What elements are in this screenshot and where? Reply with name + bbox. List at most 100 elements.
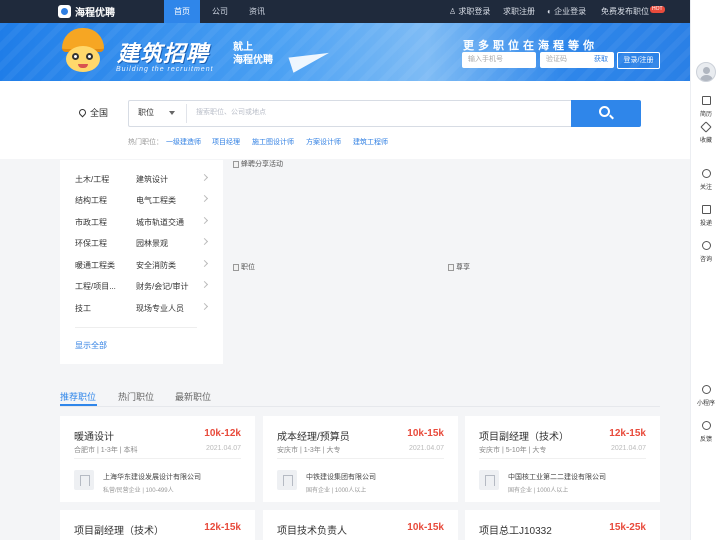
site-logo[interactable]: 海程优聘 (58, 4, 115, 19)
search-divider (186, 104, 187, 123)
company-meta: 私营/民营企业 | 100-499人 (103, 488, 174, 494)
job-card[interactable]: 暖通设计 10k-12k 合肥市 | 1-3年 | 本科 2021.04.07 … (60, 416, 255, 502)
category-item[interactable]: 土木/工程 (75, 174, 109, 185)
job-card[interactable]: 项目副经理（技术） 12k-15k 安庆市 | 5-10年 | 大专 2021.… (465, 416, 660, 502)
hot-link-4[interactable]: 方案设计师 (306, 137, 341, 147)
hot-jobs-label: 热门职位： (128, 139, 163, 146)
hot-link-5[interactable]: 建筑工程师 (353, 137, 388, 147)
job-salary: 10k-12k (204, 428, 241, 439)
category-item[interactable]: 暖通工程类 (75, 260, 115, 271)
sidebar-item-consult[interactable]: 咨询 (691, 241, 720, 263)
hot-link-2[interactable]: 项目经理 (212, 137, 240, 147)
category-item[interactable]: 环保工程 (75, 238, 107, 249)
logo-icon (58, 5, 71, 18)
sidebar-label: 咨询 (699, 257, 712, 263)
search-button[interactable] (571, 100, 641, 127)
company-login-label: 企业登录 (554, 7, 587, 16)
job-date: 2021.04.07 (205, 445, 241, 452)
search-type-dropdown[interactable]: 职位 (138, 107, 154, 118)
tab-latest[interactable]: 最新职位 (175, 390, 211, 403)
resume-icon (701, 96, 711, 105)
nav-link-company[interactable]: 公司 (203, 0, 237, 23)
sidebar-item-applied[interactable]: 投递 (691, 205, 720, 227)
search-icon-handle (609, 114, 614, 120)
send-icon (701, 205, 711, 214)
company-name: 上海华东建设发展设计有限公司 (103, 474, 201, 481)
logo-text: 海程优聘 (75, 8, 115, 19)
show-all-categories-link[interactable]: 显示全部 (75, 340, 107, 351)
sidebar-item-resume[interactable]: 简历 (691, 96, 720, 118)
hot-badge: HOT (650, 6, 665, 13)
promo-vip-image[interactable]: 尊享 (448, 262, 470, 272)
category-divider (75, 327, 197, 328)
mascot-illustration (60, 26, 106, 78)
category-item[interactable]: 建筑设计 (136, 174, 168, 185)
promo-jobs-image[interactable]: 职位 (233, 262, 255, 272)
phone-input[interactable]: 输入手机号 (462, 52, 536, 68)
company-meta: 国有企业 | 1000人以上 (508, 488, 569, 494)
card-divider (74, 458, 241, 459)
banner-slogan: 更多职位在海程等你 (463, 40, 598, 52)
company-login-link[interactable]: ◐ 企业登录 (547, 0, 586, 23)
login-register-button[interactable]: 登录/注册 (617, 52, 660, 69)
sidebar-label: 反馈 (699, 437, 712, 443)
promo-jobs-alt: 职位 (241, 264, 255, 271)
sidebar-item-follow[interactable]: 关注 (691, 169, 720, 191)
broken-image-icon (233, 160, 239, 168)
post-job-link[interactable]: 免费发布职位 HOT (601, 0, 665, 23)
card-divider (277, 458, 444, 459)
card-divider (479, 458, 646, 459)
category-item[interactable]: 现场专业人员 (136, 303, 184, 314)
job-salary: 12k-15k (204, 522, 241, 533)
sidebar-item-feedback[interactable]: 反馈 (691, 421, 720, 443)
sidebar-label: 投递 (699, 221, 712, 227)
job-meta: 安庆市 | 1-3年 | 大专 (277, 447, 341, 454)
job-card[interactable]: 项目副经理（技术） 12k-15k (60, 510, 255, 540)
hot-link-1[interactable]: 一级建造师 (166, 137, 201, 147)
city-selector[interactable]: 全国 (77, 106, 109, 119)
seeker-register-link[interactable]: 求职注册 (503, 0, 535, 23)
job-date: 2021.04.07 (408, 445, 444, 452)
get-code-button[interactable]: 获取 (594, 52, 608, 68)
hot-link-3[interactable]: 施工图设计师 (252, 137, 294, 147)
banner-subtitle-2: 海程优聘 (233, 55, 273, 66)
avatar[interactable] (696, 62, 716, 82)
category-item[interactable]: 安全消防类 (136, 260, 176, 271)
job-card[interactable]: 项目总工J10332 15k-25k (465, 510, 660, 540)
right-sidebar: 简历 收藏 关注 投递 咨询 小程序 反馈 (690, 0, 720, 540)
job-meta: 安庆市 | 5-10年 | 大专 (479, 447, 547, 454)
category-item[interactable]: 园林景观 (136, 238, 168, 249)
sidebar-label: 关注 (699, 185, 712, 191)
category-item[interactable]: 城市轨道交通 (136, 217, 184, 228)
tab-recommended[interactable]: 推荐职位 (60, 390, 96, 403)
job-card[interactable]: 成本经理/预算员 10k-15k 安庆市 | 1-3年 | 大专 2021.04… (263, 416, 458, 502)
tab-hot[interactable]: 热门职位 (118, 390, 154, 403)
job-card[interactable]: 项目技术负责人 10k-15k (263, 510, 458, 540)
job-title: 项目副经理（技术） (479, 432, 569, 443)
user-icon: ♙ (449, 7, 457, 16)
category-item[interactable]: 市政工程 (75, 217, 107, 228)
category-item[interactable]: 结构工程 (75, 195, 107, 206)
heart-icon (701, 169, 711, 178)
banner-title: 建筑招聘 (117, 41, 210, 66)
nav-link-home[interactable]: 首页 (164, 0, 200, 23)
sidebar-item-mini-program[interactable]: 小程序 (691, 385, 720, 407)
sidebar-label: 简历 (699, 112, 712, 118)
promo-banner-image[interactable]: 蜂聘分享活动 (233, 159, 283, 169)
category-item[interactable]: 工程/项目... (75, 281, 116, 292)
category-item[interactable]: 财务/会记/审计 (136, 281, 188, 292)
search-input[interactable]: 搜索职位、公司或地点 (196, 107, 266, 117)
nav-link-news[interactable]: 资讯 (240, 0, 274, 23)
star-icon (700, 121, 712, 133)
promo-vip-alt: 尊享 (456, 264, 470, 271)
category-item[interactable]: 技工 (75, 303, 91, 314)
job-title: 成本经理/预算员 (277, 432, 350, 443)
seeker-login-link[interactable]: ♙ 求职登录 (449, 0, 490, 23)
category-item[interactable]: 电气工程类 (136, 195, 176, 206)
city-label: 全国 (90, 108, 109, 118)
mini-program-icon (701, 385, 711, 394)
seeker-login-label: 求职登录 (458, 7, 491, 16)
chevron-down-icon (169, 111, 175, 115)
broken-image-icon (448, 263, 454, 271)
sidebar-item-favorites[interactable]: 收藏 (691, 121, 720, 144)
